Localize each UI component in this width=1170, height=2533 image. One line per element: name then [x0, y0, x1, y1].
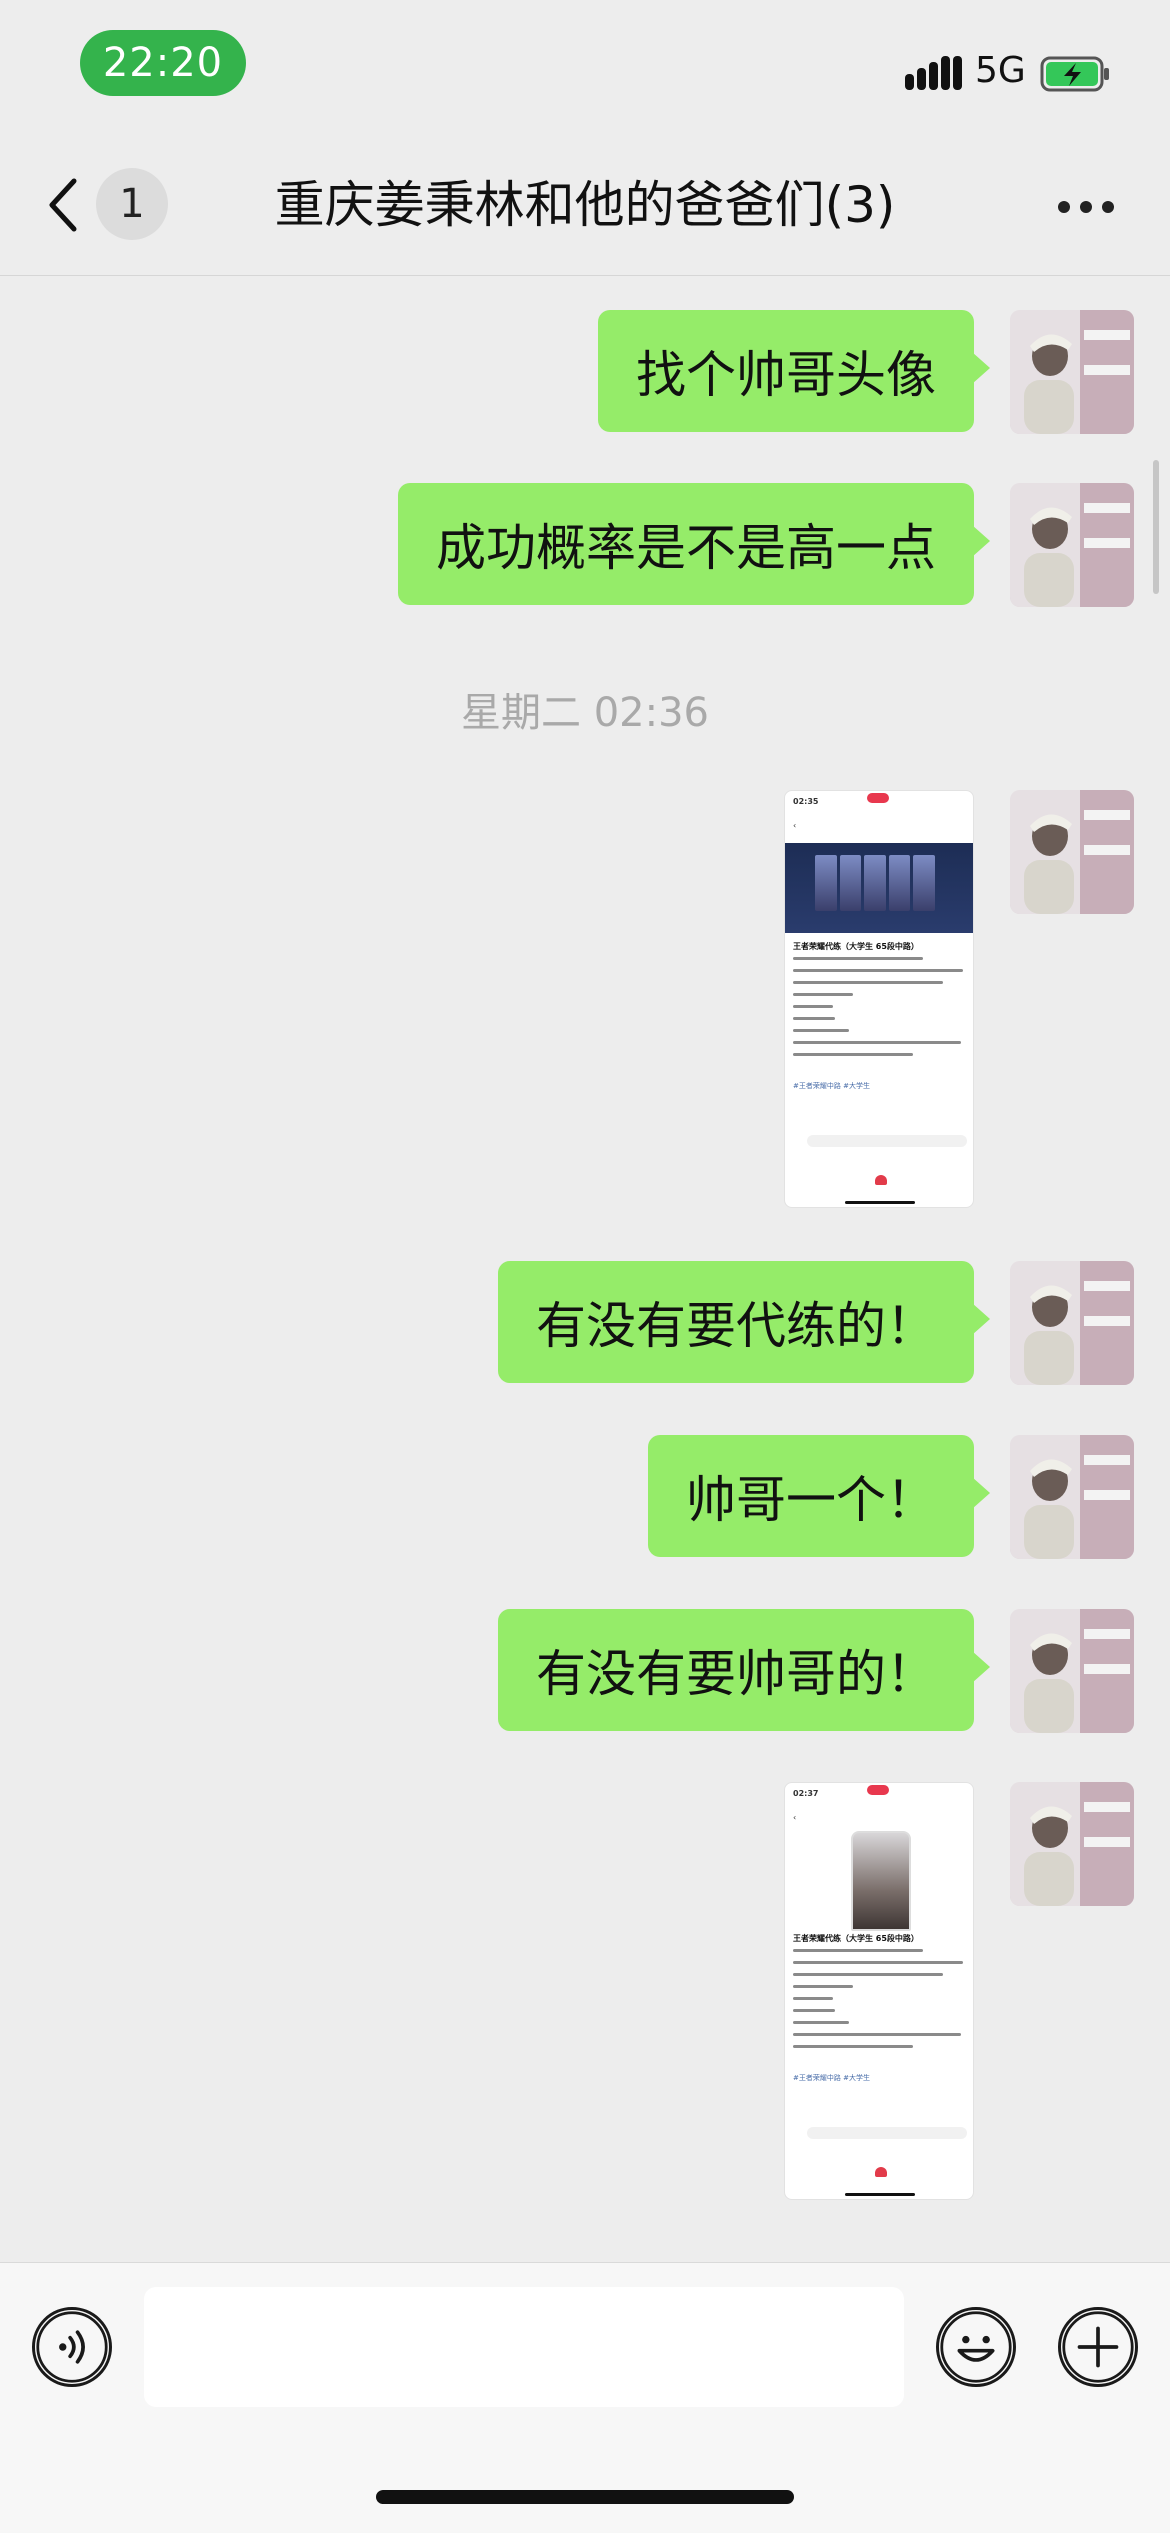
- image-message[interactable]: 02:37 ‹ 王者荣耀代练（大学生 65段中路） #王者荣耀中路 #大学生: [784, 1782, 974, 2200]
- thumb-line: [793, 969, 963, 972]
- network-type: 5G: [975, 50, 1026, 91]
- thumb-indicator: [867, 1785, 889, 1795]
- message-input[interactable]: [144, 2287, 904, 2407]
- message-timestamp: 星期二 02:36: [461, 690, 709, 736]
- thumb-indicator: [867, 793, 889, 803]
- thumb-line: [793, 2009, 835, 2012]
- avatar-image: [1010, 483, 1134, 607]
- scroll-indicator[interactable]: [1153, 460, 1159, 594]
- avatar-image: [1010, 790, 1134, 914]
- thumb-line: [793, 2033, 961, 2036]
- thumb-line: [793, 957, 923, 960]
- avatar-image: [1010, 310, 1134, 434]
- thumb-title: 王者荣耀代练（大学生 65段中路）: [793, 1934, 919, 1943]
- thumb-line: [793, 993, 853, 996]
- thumb-heart-icon: [875, 2167, 887, 2177]
- thumb-line: [793, 1005, 833, 1008]
- avatar-image: [1010, 1782, 1134, 1906]
- thumb-line: [793, 1017, 835, 1020]
- avatar[interactable]: [1010, 790, 1134, 914]
- thumb-line: [793, 1053, 913, 1056]
- thumb-line: [793, 1949, 923, 1952]
- message-bubble[interactable]: 成功概率是不是高一点: [398, 483, 990, 605]
- thumb-home-bar: [845, 2193, 915, 2196]
- message-bubble[interactable]: 帅哥一个！: [648, 1435, 990, 1557]
- thumb-line: [793, 1985, 853, 1988]
- chat-title: 重庆姜秉林和他的爸爸们(3): [274, 176, 896, 234]
- thumb-line: [793, 2045, 913, 2048]
- avatar[interactable]: [1010, 483, 1134, 607]
- thumb-back-icon: ‹: [793, 821, 797, 830]
- thumb-photo: [851, 1831, 911, 1931]
- plus-icon[interactable]: [1058, 2307, 1138, 2387]
- message-text: 成功概率是不是高一点: [436, 519, 936, 577]
- thumb-tag: #王者荣耀中路 #大学生: [793, 2074, 870, 2082]
- thumb-tag: #王者荣耀中路 #大学生: [793, 1082, 870, 1090]
- thumb-time: 02:37: [793, 1789, 819, 1798]
- avatar[interactable]: [1010, 1435, 1134, 1559]
- thumb-line: [793, 1029, 849, 1032]
- voice-icon[interactable]: [32, 2307, 112, 2387]
- avatar-image: [1010, 1609, 1134, 1733]
- more-horizontal-icon[interactable]: [1056, 191, 1116, 219]
- message-list[interactable]: 找个帅哥头像 成功概率是不是高一点 星期二 02:36 02:35 ‹ 王者荣耀…: [0, 276, 1170, 2256]
- message-bubble[interactable]: 有没有要代练的！: [498, 1261, 990, 1383]
- message-bubble[interactable]: 找个帅哥头像: [598, 310, 990, 432]
- emoji-icon[interactable]: [936, 2307, 1016, 2387]
- image-message[interactable]: 02:35 ‹ 王者荣耀代练（大学生 65段中路） #王者荣耀中路 #大学生: [784, 790, 974, 1208]
- thumb-back-icon: ‹: [793, 1813, 797, 1822]
- battery-charging-icon: [1040, 56, 1109, 92]
- message-text: 找个帅哥头像: [636, 346, 936, 404]
- thumb-line: [793, 1973, 943, 1976]
- thumb-line: [793, 2021, 849, 2024]
- avatar-image: [1010, 1435, 1134, 1559]
- avatar[interactable]: [1010, 1782, 1134, 1906]
- thumb-input: [807, 2127, 967, 2139]
- avatar[interactable]: [1010, 1261, 1134, 1385]
- thumb-title: 王者荣耀代练（大学生 65段中路）: [793, 942, 919, 951]
- avatar[interactable]: [1010, 310, 1134, 434]
- avatar-image: [1010, 1261, 1134, 1385]
- message-text: 有没有要帅哥的！: [536, 1645, 936, 1703]
- message-bubble[interactable]: 有没有要帅哥的！: [498, 1609, 990, 1731]
- cellular-signal-icon: [905, 56, 962, 90]
- thumb-line: [793, 1997, 833, 2000]
- status-time: 22:20: [80, 30, 246, 96]
- thumb-cards: [815, 855, 935, 911]
- message-text: 帅哥一个！: [686, 1471, 936, 1529]
- thumb-line: [793, 981, 943, 984]
- thumb-time: 02:35: [793, 797, 819, 806]
- chat-header: 1 重庆姜秉林和他的爸爸们(3): [0, 135, 1170, 276]
- avatar[interactable]: [1010, 1609, 1134, 1733]
- thumb-home-bar: [845, 1201, 915, 1204]
- home-indicator[interactable]: [376, 2490, 794, 2504]
- thumb-input: [807, 1135, 967, 1147]
- thumb-heart-icon: [875, 1175, 887, 1185]
- status-bar: 22:20 5G: [0, 0, 1170, 135]
- thumb-line: [793, 1041, 961, 1044]
- message-text: 有没有要代练的！: [536, 1297, 936, 1355]
- thumb-line: [793, 1961, 963, 1964]
